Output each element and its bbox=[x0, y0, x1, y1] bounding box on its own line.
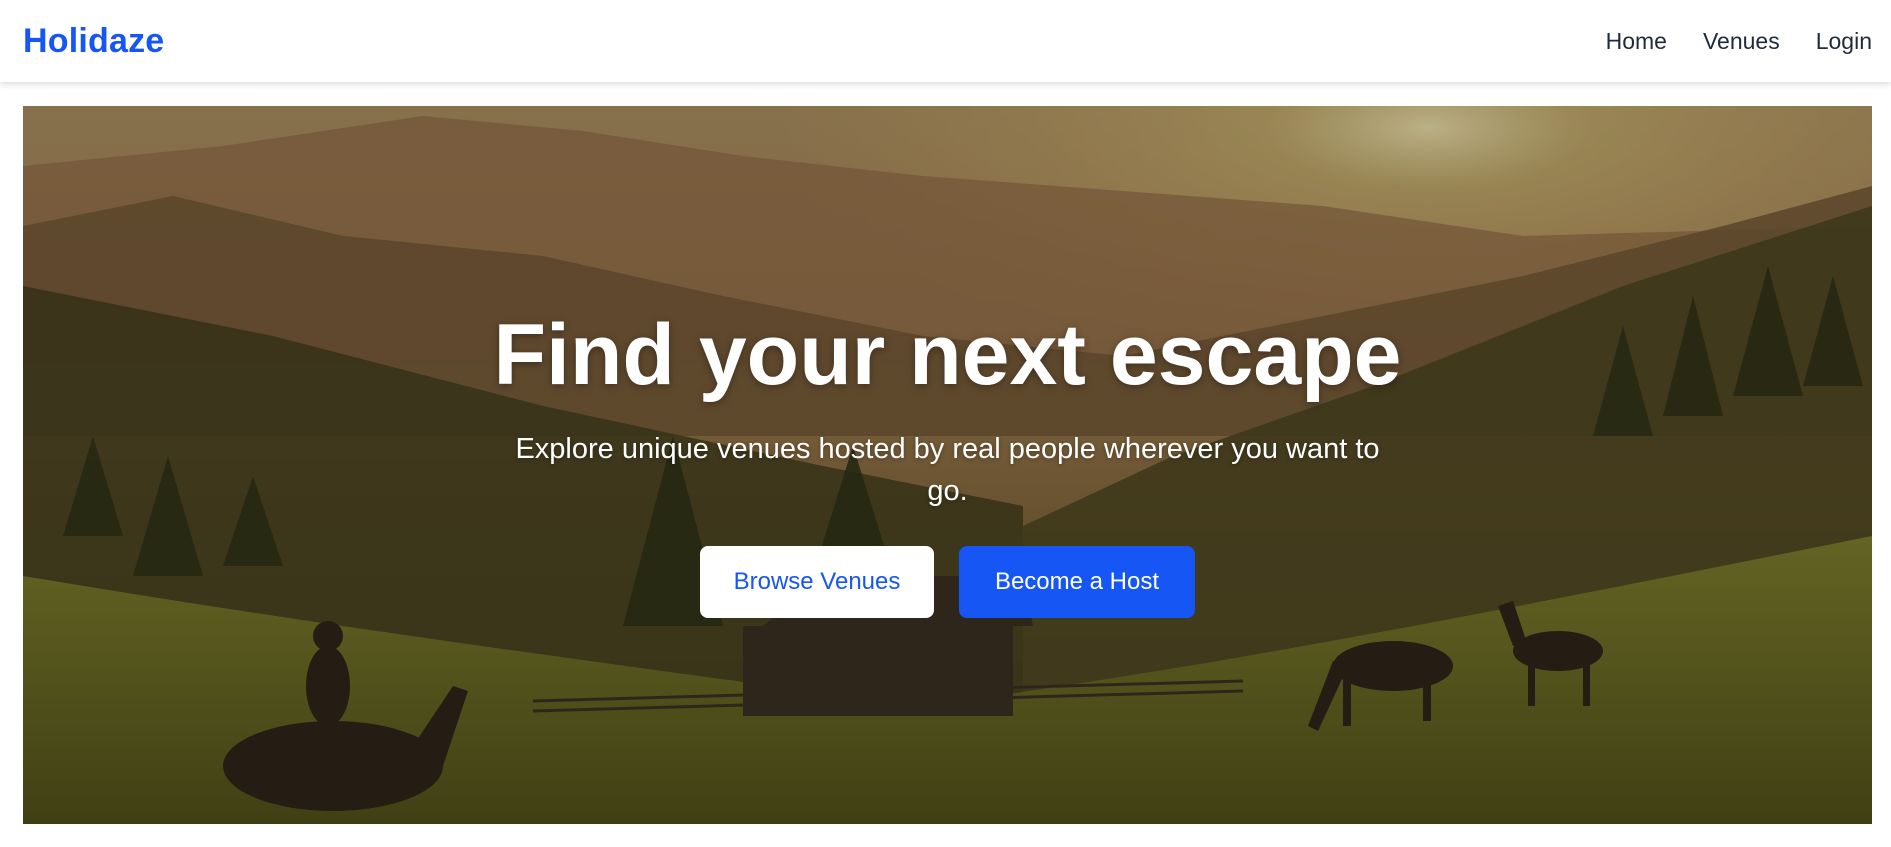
brand-logo-link[interactable]: Holidaze bbox=[23, 22, 164, 61]
become-host-button[interactable]: Become a Host bbox=[959, 546, 1195, 618]
hero-buttons: Browse Venues Become a Host bbox=[23, 546, 1872, 618]
browse-venues-button[interactable]: Browse Venues bbox=[700, 546, 934, 618]
main-nav: Home Venues Login bbox=[1606, 28, 1872, 55]
nav-link-home[interactable]: Home bbox=[1606, 28, 1667, 55]
hero-banner: Find your next escape Explore unique ven… bbox=[23, 106, 1872, 824]
hero-title: Find your next escape bbox=[493, 307, 1402, 403]
top-navbar: Holidaze Home Venues Login bbox=[0, 0, 1891, 82]
hero-subtitle: Explore unique venues hosted by real peo… bbox=[515, 433, 1380, 507]
hero-content: Find your next escape Explore unique ven… bbox=[23, 106, 1872, 824]
nav-link-login[interactable]: Login bbox=[1816, 28, 1872, 55]
nav-link-venues[interactable]: Venues bbox=[1703, 28, 1780, 55]
